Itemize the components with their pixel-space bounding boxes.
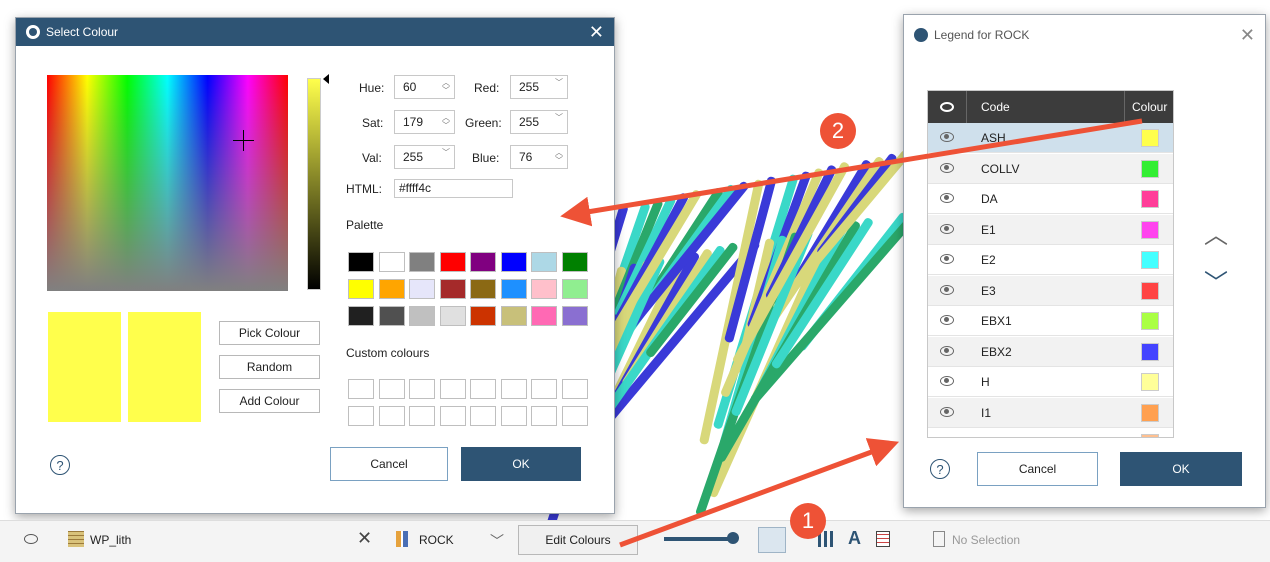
- annotation-arrows: [560, 118, 1143, 548]
- palette-swatch[interactable]: [470, 252, 496, 272]
- palette-swatch[interactable]: [500, 252, 527, 272]
- custom-colour-swatch[interactable]: [500, 379, 527, 399]
- arrow-1: [619, 438, 900, 548]
- custom-colour-swatch[interactable]: [409, 379, 435, 399]
- palette-swatch[interactable]: [531, 252, 557, 272]
- palette-swatch[interactable]: [409, 279, 435, 299]
- custom-colour-swatch[interactable]: [470, 406, 496, 426]
- custom-colour-swatch[interactable]: [348, 379, 374, 399]
- custom-colour-swatch[interactable]: [531, 406, 557, 426]
- arrow-2: [560, 118, 1143, 227]
- palette-swatch[interactable]: [439, 306, 466, 326]
- palette-swatch[interactable]: [378, 306, 405, 326]
- palette-swatch[interactable]: [409, 252, 435, 272]
- palette-swatch[interactable]: [378, 252, 405, 272]
- custom-colour-swatch[interactable]: [500, 406, 527, 426]
- palette-swatch[interactable]: [470, 306, 496, 326]
- custom-colour-swatch[interactable]: [439, 379, 466, 399]
- custom-colour-swatch[interactable]: [561, 379, 588, 399]
- palette-swatch[interactable]: [561, 279, 588, 299]
- palette-swatch[interactable]: [500, 279, 527, 299]
- palette-swatch[interactable]: [409, 306, 435, 326]
- custom-colour-swatch[interactable]: [561, 406, 588, 426]
- palette-swatch[interactable]: [470, 279, 496, 299]
- custom-colour-swatch[interactable]: [378, 379, 405, 399]
- custom-colour-swatch[interactable]: [470, 379, 496, 399]
- custom-colour-swatch[interactable]: [378, 406, 405, 426]
- custom-colour-swatch[interactable]: [348, 406, 374, 426]
- palette-swatch[interactable]: [348, 252, 374, 272]
- palette-swatch[interactable]: [348, 279, 374, 299]
- palette-swatch[interactable]: [439, 252, 466, 272]
- palette-swatch[interactable]: [561, 306, 588, 326]
- badge-1: 1: [790, 503, 826, 539]
- palette-swatch[interactable]: [531, 306, 557, 326]
- custom-colour-swatch[interactable]: [439, 406, 466, 426]
- palette-swatch[interactable]: [439, 279, 466, 299]
- palette-swatch[interactable]: [500, 306, 527, 326]
- custom-colour-swatch[interactable]: [409, 406, 435, 426]
- palette-swatch[interactable]: [561, 252, 588, 272]
- palette-swatch[interactable]: [378, 279, 405, 299]
- badge-2: 2: [820, 113, 856, 149]
- custom-colour-swatch[interactable]: [531, 379, 557, 399]
- palette-swatch[interactable]: [348, 306, 374, 326]
- palette-swatch[interactable]: [531, 279, 557, 299]
